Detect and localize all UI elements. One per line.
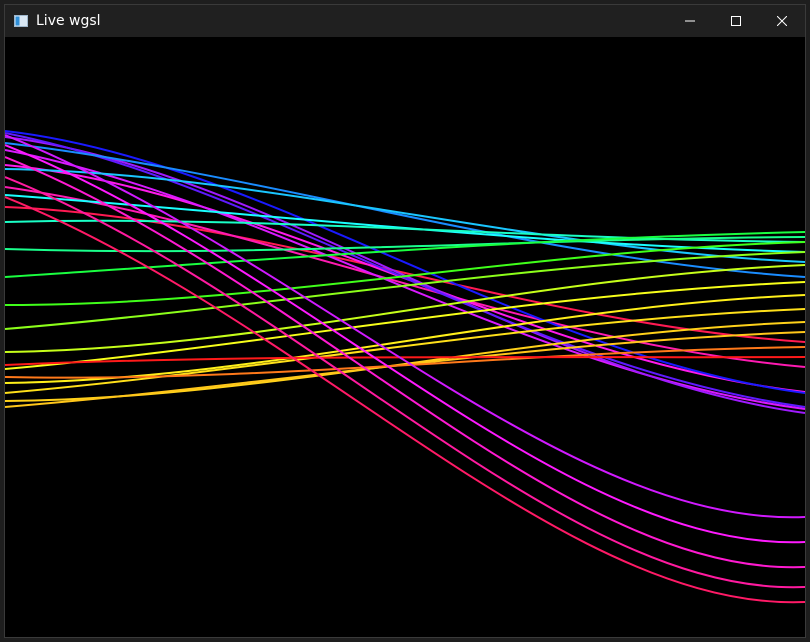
maximize-button[interactable] bbox=[713, 5, 759, 37]
close-button[interactable] bbox=[759, 5, 805, 37]
title-bar[interactable]: Live wgsl bbox=[5, 5, 805, 37]
wave-curve bbox=[5, 130, 805, 394]
minimize-icon bbox=[685, 20, 695, 22]
maximize-icon bbox=[731, 16, 741, 26]
wave-curve bbox=[5, 136, 805, 414]
app-window-icon bbox=[13, 13, 29, 29]
app-window: Live wgsl bbox=[4, 4, 806, 638]
wgsl-output-canvas bbox=[5, 130, 805, 604]
wave-curve bbox=[5, 194, 805, 253]
wave-curve bbox=[5, 134, 805, 519]
minimize-button[interactable] bbox=[667, 5, 713, 37]
window-title: Live wgsl bbox=[36, 13, 101, 29]
render-canvas[interactable] bbox=[5, 37, 805, 637]
window-controls bbox=[667, 5, 805, 37]
wave-curve bbox=[5, 281, 805, 370]
close-icon bbox=[777, 16, 787, 26]
